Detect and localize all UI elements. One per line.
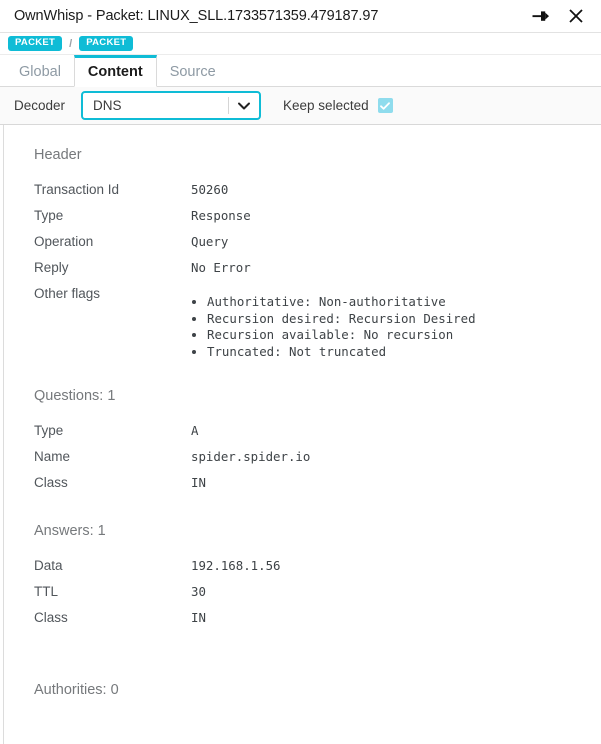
window-title: OwnWhisp - Packet: LINUX_SLL.1733571359.…: [14, 8, 379, 24]
field-label: Type: [34, 423, 64, 438]
field-value: Response: [191, 208, 251, 223]
breadcrumb-item-packet-2[interactable]: PACKET: [79, 36, 134, 51]
section-questions: Questions: 1 Type A Name spider.spider.i…: [34, 388, 601, 495]
flag-truncated: Truncated: Not truncated: [207, 344, 476, 361]
close-icon[interactable]: [565, 5, 587, 27]
keep-selected-control[interactable]: Keep selected: [283, 98, 393, 113]
section-header: Header Transaction Id 50260 Type Respons…: [34, 147, 601, 360]
other-flags-block: Authoritative: Non-authoritative Recursi…: [191, 281, 476, 360]
field-value: IN: [191, 475, 206, 490]
field-operation: Operation Query: [34, 229, 601, 254]
answer-field-ttl: TTL 30: [34, 579, 601, 604]
field-value: 30: [191, 584, 206, 599]
pin-icon[interactable]: [529, 5, 551, 27]
tab-source[interactable]: Source: [157, 55, 229, 86]
section-title-authorities: Authorities: 0: [34, 682, 119, 698]
title-bar: OwnWhisp - Packet: LINUX_SLL.1733571359.…: [0, 0, 601, 33]
field-label: Class: [34, 610, 68, 625]
content-area: Header Transaction Id 50260 Type Respons…: [0, 125, 601, 744]
field-label: TTL: [34, 584, 59, 599]
breadcrumb-item-packet-1[interactable]: PACKET: [8, 36, 63, 51]
field-transaction-id: Transaction Id 50260: [34, 177, 601, 202]
decoder-toolbar: Decoder DNS Keep selected: [0, 87, 601, 125]
flag-recursion-available: Recursion available: No recursion: [207, 327, 476, 344]
section-title-header: Header: [34, 147, 82, 163]
flags-spacer: [191, 281, 476, 294]
section-answers: Answers: 1 Data 192.168.1.56 TTL 30 Clas…: [34, 523, 601, 630]
authorities-spacer: [34, 658, 601, 682]
keep-selected-label: Keep selected: [283, 98, 369, 113]
field-value: 192.168.1.56: [191, 558, 281, 573]
chevron-down-icon: [229, 101, 259, 111]
field-value: A: [191, 423, 199, 438]
field-reply: Reply No Error: [34, 255, 601, 280]
section-title-answers: Answers: 1: [34, 523, 106, 539]
flag-recursion-desired: Recursion desired: Recursion Desired: [207, 311, 476, 328]
field-label: Class: [34, 475, 68, 490]
field-label: Name: [34, 449, 71, 464]
field-value: Query: [191, 234, 229, 249]
question-field-name: Name spider.spider.io: [34, 444, 601, 469]
field-label: Operation: [34, 234, 94, 249]
field-value: spider.spider.io: [191, 449, 311, 464]
field-value: 50260: [191, 182, 229, 197]
field-label: Transaction Id: [34, 182, 120, 197]
question-field-class: Class IN: [34, 470, 601, 495]
field-other-flags: Other flags Authoritative: Non-authorita…: [34, 281, 601, 360]
flag-authoritative: Authoritative: Non-authoritative: [207, 294, 476, 311]
tab-bar: Global Content Source: [0, 55, 601, 87]
title-bar-actions: [529, 5, 591, 27]
answer-field-data: Data 192.168.1.56: [34, 553, 601, 578]
field-type: Type Response: [34, 203, 601, 228]
decoder-select-value: DNS: [93, 98, 122, 113]
field-label: Other flags: [34, 286, 101, 301]
section-title-questions: Questions: 1: [34, 388, 116, 404]
field-value: IN: [191, 610, 206, 625]
tab-content[interactable]: Content: [73, 55, 157, 87]
packet-detail-window: OwnWhisp - Packet: LINUX_SLL.1733571359.…: [0, 0, 601, 744]
additional-spacer: [34, 698, 601, 722]
field-value: No Error: [191, 260, 251, 275]
other-flags-list: Authoritative: Non-authoritative Recursi…: [191, 294, 476, 360]
decoded-packet-panel: Header Transaction Id 50260 Type Respons…: [4, 125, 601, 744]
field-label: Data: [34, 558, 63, 573]
decoder-label: Decoder: [14, 98, 66, 113]
question-field-type: Type A: [34, 418, 601, 443]
breadcrumb-separator: /: [69, 37, 73, 50]
tab-global[interactable]: Global: [6, 55, 74, 86]
decoder-select[interactable]: DNS: [81, 91, 262, 120]
keep-selected-checkbox[interactable]: [377, 98, 393, 113]
breadcrumb: PACKET / PACKET: [0, 33, 601, 55]
field-label: Type: [34, 208, 64, 223]
answer-field-class: Class IN: [34, 605, 601, 630]
field-label: Reply: [34, 260, 69, 275]
